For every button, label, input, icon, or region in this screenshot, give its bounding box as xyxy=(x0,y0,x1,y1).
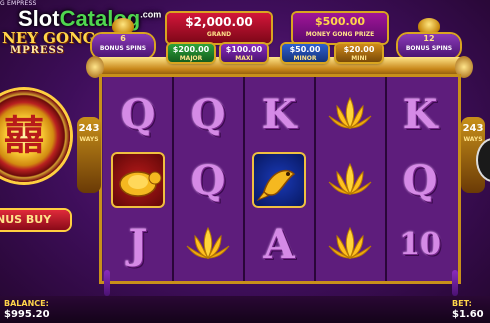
bet-value[interactable]: $1.60 xyxy=(452,309,484,320)
symbol-q: Q xyxy=(120,90,156,138)
jackpot-money-gong: $500.00 MONEY GONG PRIZE xyxy=(293,13,387,43)
jackpot-mini-value: $20.00 xyxy=(343,45,375,54)
reel-symbol-letter: 10 xyxy=(388,214,452,274)
symbol-a: A xyxy=(263,220,295,268)
bonus-buy-label: NUS BUY xyxy=(0,213,52,226)
bonus-spins-label: BONUS SPINS xyxy=(405,45,453,52)
tassel-ornament xyxy=(452,270,458,296)
jackpot-maxi: $100.00 MAXI xyxy=(221,44,267,62)
reel-symbol-letter: Q xyxy=(176,84,240,144)
symbol-k: K xyxy=(261,90,297,138)
bottom-bar xyxy=(0,296,490,323)
jackpot-mini-label: MINI xyxy=(351,55,367,62)
reel-symbol-letter: K xyxy=(247,84,311,144)
jackpot-maxi-value: $100.00 xyxy=(225,45,263,54)
gold-pot-icon xyxy=(112,18,134,34)
symbol-j: J xyxy=(128,220,148,268)
reel-symbol-letter: J xyxy=(106,214,170,274)
bonus-spins-left: 6 BONUS SPINS xyxy=(92,34,154,58)
jackpot-grand-label: GRAND xyxy=(206,31,232,38)
symbol-q: Q xyxy=(190,156,226,204)
balance-label: BALANCE: xyxy=(4,299,49,308)
site-watermark: SlotCatalog.com xyxy=(18,6,161,32)
ways-label: WAYS xyxy=(463,136,483,143)
reel-symbol-koi xyxy=(247,150,311,210)
symbol-q: Q xyxy=(190,90,226,138)
bonus-spins-count: 6 xyxy=(120,34,126,43)
jackpot-maxi-label: MAXI xyxy=(235,55,253,62)
jackpot-mini: $20.00 MINI xyxy=(336,44,382,62)
koi-fish-icon xyxy=(252,152,306,208)
reel-symbol-lotus xyxy=(176,214,240,274)
ways-indicator-left: 243 WAYS xyxy=(77,117,101,193)
lotus-icon xyxy=(186,226,230,260)
symbol-10: 10 xyxy=(399,226,441,262)
jackpot-money-gong-label: MONEY GONG PRIZE xyxy=(305,31,375,38)
game-logo-line2: MPRESS xyxy=(10,45,65,56)
jackpot-major: $200.00 MAJOR xyxy=(168,44,214,62)
jackpot-minor: $50.00 MINOR xyxy=(282,44,328,62)
watermark-com: .com xyxy=(140,9,162,20)
ways-label: WAYS xyxy=(79,136,99,143)
reel-divider xyxy=(172,77,174,281)
reel-symbol-lotus xyxy=(318,150,382,210)
lotus-icon xyxy=(328,226,372,260)
reel-symbol-turtle xyxy=(106,150,170,210)
reel-divider xyxy=(243,77,245,281)
ways-count: 243 xyxy=(78,123,100,134)
reel-symbol-letter: Q xyxy=(176,150,240,210)
jackpot-grand-value: $2,000.00 xyxy=(185,15,253,29)
ways-count: 243 xyxy=(462,123,484,134)
game-screen: G EMPRESS NEY GONG MPRESS SlotCatalog.co… xyxy=(0,0,490,323)
reel-symbol-letter: K xyxy=(388,84,452,144)
gold-pot-icon xyxy=(418,18,440,34)
tassel-ornament xyxy=(104,270,110,296)
reel-symbol-letter: Q xyxy=(388,150,452,210)
jackpot-minor-label: MINOR xyxy=(293,55,317,62)
watermark-slot: Slot xyxy=(18,6,60,31)
jackpot-grand: $2,000.00 GRAND xyxy=(167,13,271,43)
gong-emblem-icon: 囍 xyxy=(4,112,44,159)
reel-symbol-lotus xyxy=(318,84,382,144)
reel-divider xyxy=(314,77,316,281)
jackpot-minor-value: $50.00 xyxy=(289,45,321,54)
reel-symbol-lotus xyxy=(318,214,382,274)
symbol-q: Q xyxy=(402,156,438,204)
jackpot-money-gong-value: $500.00 xyxy=(314,15,366,28)
reel-divider xyxy=(385,77,387,281)
jackpot-major-value: $200.00 xyxy=(172,45,210,54)
lotus-icon xyxy=(328,162,372,196)
symbol-k: K xyxy=(402,90,438,138)
bonus-spins-right: 12 BONUS SPINS xyxy=(398,34,460,58)
turtle-icon xyxy=(111,152,165,208)
jackpot-major-label: MAJOR xyxy=(179,55,203,62)
lotus-icon xyxy=(328,96,372,130)
reel-symbol-letter: A xyxy=(247,214,311,274)
bonus-spins-label: BONUS SPINS xyxy=(99,45,147,52)
reel-symbol-letter: Q xyxy=(106,84,170,144)
bet-label: BET: xyxy=(452,299,472,308)
bonus-buy-button[interactable]: NUS BUY xyxy=(0,210,70,230)
bonus-spins-count: 12 xyxy=(423,34,435,43)
balance-value: $995.20 xyxy=(4,309,50,320)
